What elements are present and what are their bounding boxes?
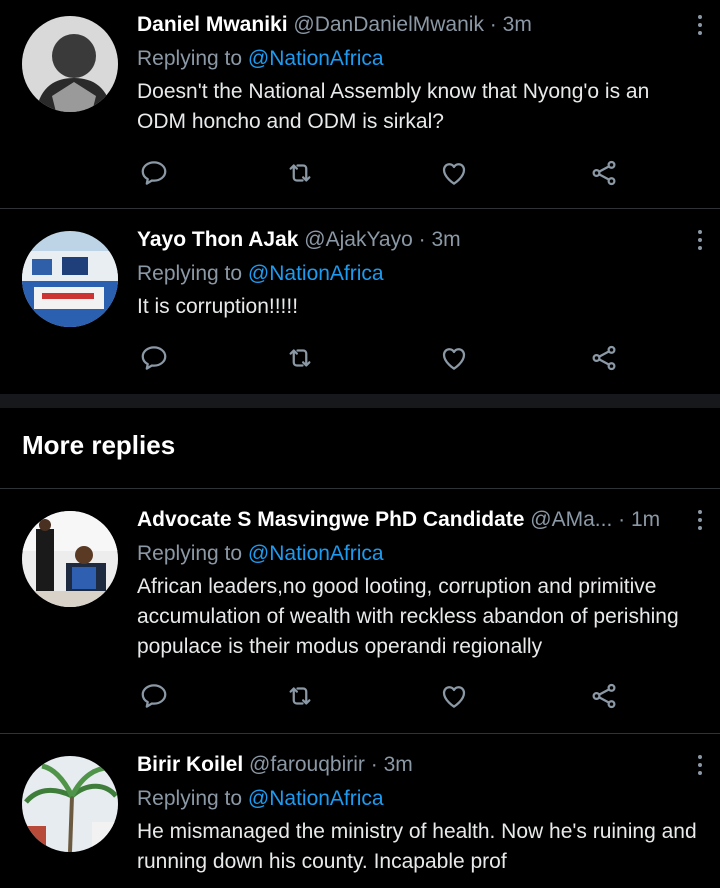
mention-link[interactable]: @NationAfrica xyxy=(248,787,384,810)
user-handle[interactable]: @DanDanielMwanik xyxy=(293,13,484,36)
retweet-icon xyxy=(289,349,311,367)
tweet-text: African leaders,no good looting, corrupt… xyxy=(137,575,679,658)
display-name[interactable]: Birir Koilel xyxy=(137,753,243,776)
reply-icon xyxy=(141,346,167,370)
display-name[interactable]: Advocate S Masvingwe PhD Candidate xyxy=(137,508,524,531)
more-vertical-icon[interactable] xyxy=(690,8,710,42)
reply-icon xyxy=(141,684,167,708)
separator-dot: · xyxy=(370,753,378,776)
replying-prefix: Replying to xyxy=(137,542,248,565)
tweet-birir-koilel[interactable]: Birir Koilel @farouqbirir · 3m Replying … xyxy=(0,734,720,888)
tweet-daniel-mwaniki[interactable]: Daniel Mwaniki @DanDanielMwanik · 3m Rep… xyxy=(0,0,720,208)
share-icon xyxy=(592,160,616,186)
tweet-text: It is corruption!!!!! xyxy=(137,295,299,318)
mention-link[interactable]: @NationAfrica xyxy=(248,542,384,565)
reply-button[interactable] xyxy=(136,678,172,714)
share-button[interactable] xyxy=(586,678,622,714)
avatar[interactable] xyxy=(22,511,118,607)
user-handle[interactable]: @farouqbirir xyxy=(249,753,365,776)
share-icon xyxy=(592,345,616,371)
replying-to: Replying to @NationAfrica xyxy=(137,782,690,816)
replying-to: Replying to @NationAfrica xyxy=(137,537,690,571)
tweet-text: He mismanaged the ministry of health. No… xyxy=(137,820,697,873)
avatar[interactable] xyxy=(22,756,118,852)
share-button[interactable] xyxy=(586,155,622,191)
timestamp[interactable]: 3m xyxy=(384,753,413,776)
display-name[interactable]: Daniel Mwaniki xyxy=(137,13,288,36)
timestamp[interactable]: 1m xyxy=(631,508,660,531)
more-vertical-icon[interactable] xyxy=(690,503,710,537)
more-vertical-icon[interactable] xyxy=(690,748,710,782)
replying-to: Replying to @NationAfrica xyxy=(137,42,690,76)
user-handle[interactable]: @AjakYayo xyxy=(304,228,412,251)
like-button[interactable] xyxy=(436,155,472,191)
reply-button[interactable] xyxy=(136,340,172,376)
reply-button[interactable] xyxy=(136,155,172,191)
reply-icon xyxy=(141,161,167,185)
avatar[interactable] xyxy=(22,231,118,327)
replying-prefix: Replying to xyxy=(137,787,248,810)
replying-prefix: Replying to xyxy=(137,262,248,285)
mention-link[interactable]: @NationAfrica xyxy=(248,47,384,70)
share-icon xyxy=(592,683,616,709)
more-vertical-icon[interactable] xyxy=(690,223,710,257)
replying-prefix: Replying to xyxy=(137,47,248,70)
mention-link[interactable]: @NationAfrica xyxy=(248,262,384,285)
retweet-icon xyxy=(289,687,311,705)
user-handle[interactable]: @AMa... xyxy=(530,508,612,531)
tweet-yayo-thon-ajak[interactable]: Yayo Thon AJak @AjakYayo · 3m Replying t… xyxy=(0,209,720,394)
timestamp[interactable]: 3m xyxy=(431,228,460,251)
retweet-button[interactable] xyxy=(282,340,318,376)
like-button[interactable] xyxy=(436,340,472,376)
section-separator xyxy=(0,394,720,408)
display-name[interactable]: Yayo Thon AJak xyxy=(137,228,298,251)
avatar[interactable] xyxy=(22,16,118,112)
separator-dot: · xyxy=(489,13,497,36)
timestamp[interactable]: 3m xyxy=(503,13,532,36)
retweet-button[interactable] xyxy=(282,155,318,191)
like-button[interactable] xyxy=(436,678,472,714)
retweet-button[interactable] xyxy=(282,678,318,714)
share-button[interactable] xyxy=(586,340,622,376)
heart-icon xyxy=(442,163,466,185)
heart-icon xyxy=(442,686,466,708)
more-replies-heading: More replies xyxy=(22,430,176,460)
tweet-advocate-masvingwe[interactable]: Advocate S Masvingwe PhD Candidate @AMa.… xyxy=(0,489,720,733)
retweet-icon xyxy=(289,164,311,182)
separator-dot: · xyxy=(618,508,626,531)
separator-dot: · xyxy=(418,228,426,251)
tweet-text: Doesn't the National Assembly know that … xyxy=(137,80,650,133)
heart-icon xyxy=(442,348,466,370)
replying-to: Replying to @NationAfrica xyxy=(137,257,690,291)
